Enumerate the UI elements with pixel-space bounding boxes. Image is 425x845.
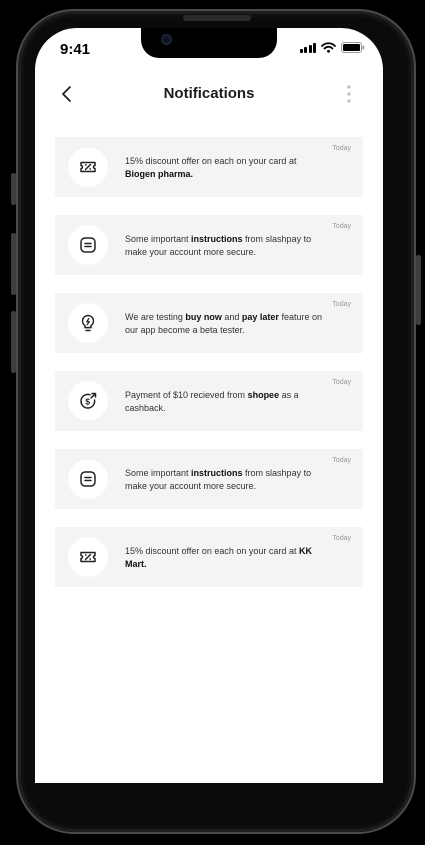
notification-message: Some important instructions from slashpa…: [125, 467, 325, 493]
message-highlight: buy now: [185, 312, 222, 322]
message-text: and: [221, 312, 242, 322]
more-vertical-icon: [347, 85, 351, 103]
power-button: [416, 255, 421, 325]
message-highlight: shopee: [247, 390, 280, 400]
cellular-signal-icon: [299, 42, 316, 53]
notification-icon-badge: [68, 303, 108, 343]
notification-card[interactable]: Some important instructions from slashpa…: [55, 215, 363, 275]
status-time: 9:41: [60, 41, 91, 58]
notification-message: 15% discount offer on each on your card …: [125, 155, 325, 181]
message-text: Payment of $10 recieved from: [125, 390, 248, 400]
notification-message: Some important instructions from slashpa…: [125, 233, 325, 259]
status-icons: [299, 42, 366, 53]
header: Notifications: [35, 80, 383, 110]
message-text: 15% discount offer on each on your card …: [125, 156, 297, 166]
cashback-icon: $: [78, 391, 98, 411]
notification-card[interactable]: 15% discount offer on each on your card …: [55, 137, 363, 197]
notification-message: We are testing buy now and pay later fea…: [125, 311, 325, 337]
battery-icon: [341, 42, 365, 53]
notification-icon-badge: [68, 225, 108, 265]
notification-icon-badge: [68, 459, 108, 499]
silent-switch: [11, 173, 16, 205]
more-options-button[interactable]: [345, 84, 353, 109]
volume-down-button: [11, 311, 16, 373]
message-text: 15% discount offer on each on your card …: [125, 546, 299, 556]
volume-up-button: [11, 233, 16, 295]
message-text: Some important: [125, 234, 192, 244]
speaker-grille: [183, 15, 251, 21]
discount-ticket-icon: [78, 157, 98, 177]
message-highlight: instructions: [191, 468, 243, 478]
notification-date: Today: [332, 223, 351, 230]
notification-date: Today: [332, 457, 351, 464]
wifi-icon: [321, 42, 336, 53]
notification-list: 15% discount offer on each on your card …: [55, 137, 363, 605]
notification-message: Payment of $10 recieved from shopee as a…: [125, 389, 325, 415]
notification-card[interactable]: We are testing buy now and pay later fea…: [55, 293, 363, 353]
notification-date: Today: [332, 379, 351, 386]
message-highlight: Biogen pharma.: [125, 169, 194, 179]
message-highlight: pay later: [241, 312, 279, 322]
notification-date: Today: [332, 535, 351, 542]
message-text: Some important: [125, 468, 192, 478]
screen: 9:41 Notifications 15% discount offer on…: [35, 28, 383, 783]
page-title: Notifications: [163, 85, 255, 102]
notification-date: Today: [332, 301, 351, 308]
message-highlight: instructions: [191, 234, 243, 244]
notification-date: Today: [332, 145, 351, 152]
notification-card[interactable]: Some important instructions from slashpa…: [55, 449, 363, 509]
notification-icon-badge: [68, 537, 108, 577]
notification-icon-badge: [68, 147, 108, 187]
notification-card[interactable]: $ Payment of $10 recieved from shopee as …: [55, 371, 363, 431]
discount-ticket-icon: [78, 547, 98, 567]
message-text: We are testing: [125, 312, 186, 322]
notification-icon-badge: $: [68, 381, 108, 421]
document-icon: [78, 469, 98, 489]
svg-text:$: $: [85, 397, 90, 407]
notification-card[interactable]: 15% discount offer on each on your card …: [55, 527, 363, 587]
notification-message: 15% discount offer on each on your card …: [125, 545, 325, 571]
lightbulb-icon: [78, 313, 98, 333]
notch: [141, 28, 277, 58]
document-icon: [78, 235, 98, 255]
front-camera: [161, 34, 172, 45]
